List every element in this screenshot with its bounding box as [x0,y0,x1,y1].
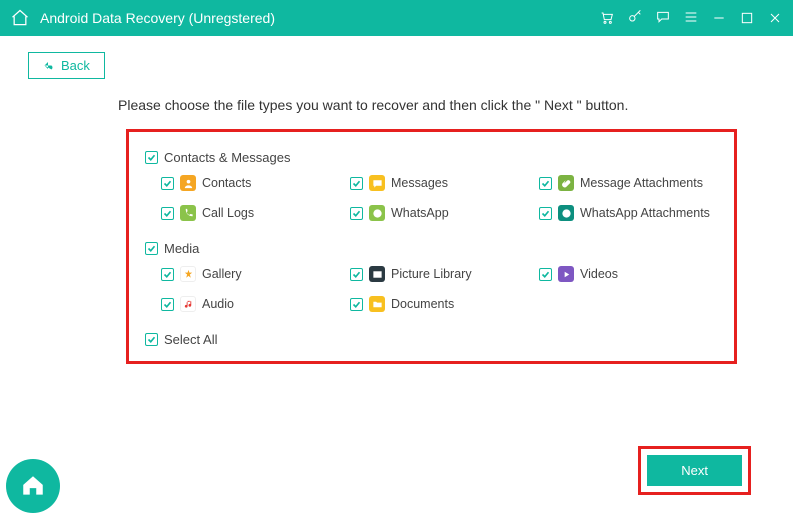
checkbox[interactable] [539,177,552,190]
home-icon[interactable] [10,8,30,28]
item-label: Messages [391,176,448,190]
picture-icon [369,266,385,282]
group-header-media[interactable]: Media [145,241,718,256]
documents-icon [369,296,385,312]
select-all-row[interactable]: Select All [145,332,718,347]
back-label: Back [61,58,90,73]
messages-icon [369,175,385,191]
group-label: Media [164,241,199,256]
contacts-icon [180,175,196,191]
group-header-contacts[interactable]: Contacts & Messages [145,150,718,165]
checkbox[interactable] [539,268,552,281]
media-items: Gallery Picture Library Videos Audio Doc [145,266,718,312]
item-audio[interactable]: Audio [161,296,340,312]
group-label: Contacts & Messages [164,150,290,165]
item-call-logs[interactable]: Call Logs [161,205,340,221]
next-highlight-box: Next [638,446,751,495]
file-type-selection-box: Contacts & Messages Contacts Messages Me… [126,129,737,364]
select-all-label: Select All [164,332,217,347]
item-picture-library[interactable]: Picture Library [350,266,529,282]
checkbox[interactable] [350,207,363,220]
item-label: Gallery [202,267,242,281]
item-messages[interactable]: Messages [350,175,529,191]
cart-icon[interactable] [599,9,615,28]
menu-icon[interactable] [683,9,699,28]
item-label: Contacts [202,176,251,190]
next-button[interactable]: Next [647,455,742,486]
back-button[interactable]: Back [28,52,105,79]
chat-icon[interactable] [655,9,671,28]
whatsapp-icon [369,205,385,221]
checkbox[interactable] [350,298,363,311]
key-icon[interactable] [627,9,643,28]
checkbox[interactable] [161,298,174,311]
gallery-icon [180,266,196,282]
checkbox[interactable] [161,177,174,190]
minimize-button[interactable] [711,10,727,26]
item-label: Picture Library [391,267,472,281]
checkbox[interactable] [539,207,552,220]
home-fab-icon [20,473,46,499]
titlebar-actions [599,9,783,28]
titlebar: Android Data Recovery (Unregstered) [0,0,793,36]
item-label: WhatsApp Attachments [580,206,710,220]
item-label: Videos [580,267,618,281]
item-whatsapp-attachments[interactable]: WhatsApp Attachments [539,205,718,221]
close-button[interactable] [767,10,783,26]
checkbox[interactable] [161,207,174,220]
item-label: Documents [391,297,454,311]
wa-attach-icon [558,205,574,221]
item-videos[interactable]: Videos [539,266,718,282]
home-fab[interactable] [6,459,60,513]
instruction-text: Please choose the file types you want to… [118,97,765,113]
item-contacts[interactable]: Contacts [161,175,340,191]
call-logs-icon [180,205,196,221]
checkbox[interactable] [161,268,174,281]
app-title: Android Data Recovery (Unregstered) [40,10,599,26]
content-area: Back Please choose the file types you wa… [0,36,793,519]
item-gallery[interactable]: Gallery [161,266,340,282]
audio-icon [180,296,196,312]
item-label: WhatsApp [391,206,449,220]
contacts-items: Contacts Messages Message Attachments Ca… [145,175,718,221]
item-message-attachments[interactable]: Message Attachments [539,175,718,191]
checkbox[interactable] [350,177,363,190]
maximize-button[interactable] [739,10,755,26]
checkbox-contacts-group[interactable] [145,151,158,164]
item-whatsapp[interactable]: WhatsApp [350,205,529,221]
checkbox[interactable] [350,268,363,281]
msg-attach-icon [558,175,574,191]
item-label: Message Attachments [580,176,703,190]
videos-icon [558,266,574,282]
checkbox-select-all[interactable] [145,333,158,346]
next-label: Next [681,463,708,478]
checkbox-media-group[interactable] [145,242,158,255]
item-documents[interactable]: Documents [350,296,529,312]
item-label: Audio [202,297,234,311]
back-arrow-icon [43,60,55,72]
item-label: Call Logs [202,206,254,220]
